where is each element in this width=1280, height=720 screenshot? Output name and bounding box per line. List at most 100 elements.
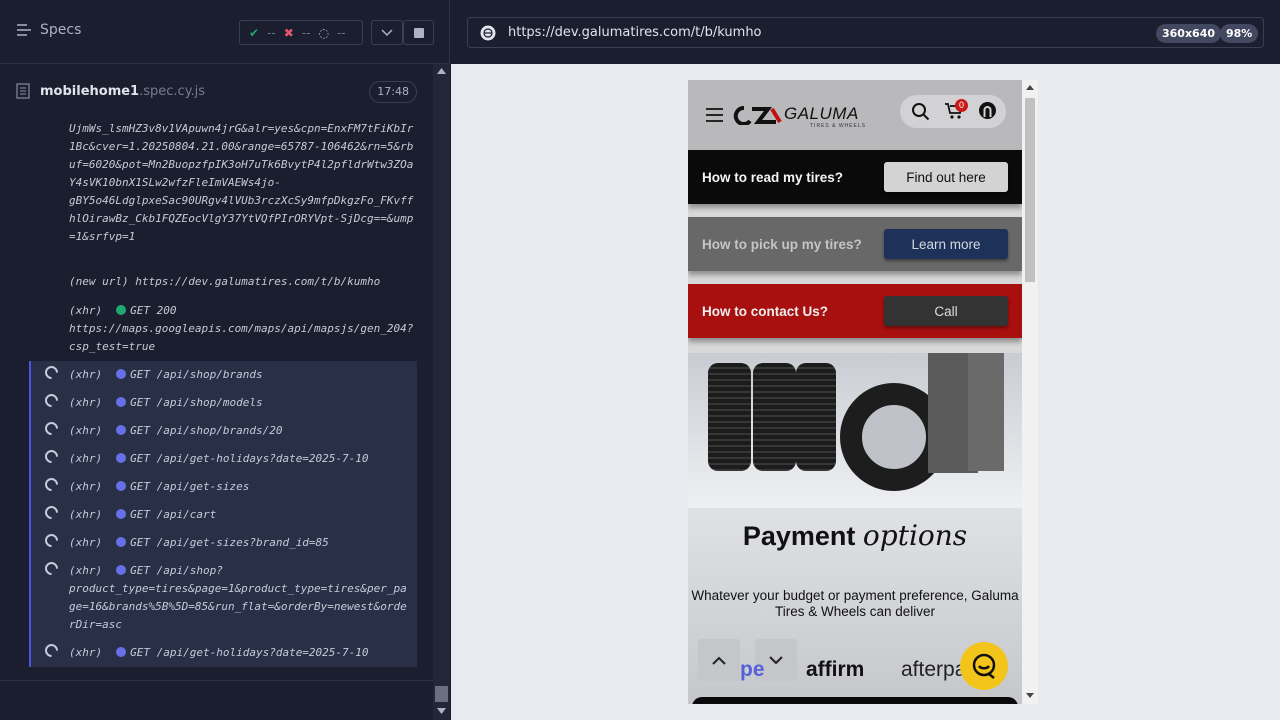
payment-title-text: Payment bbox=[742, 521, 856, 551]
payment-title-script: options bbox=[862, 519, 968, 552]
spinner-icon bbox=[42, 391, 61, 410]
chevron-down-icon bbox=[381, 28, 393, 36]
payment-subtitle: Whatever your budget or payment preferen… bbox=[691, 588, 1019, 619]
spec-file-row[interactable]: mobilehome1.spec.cy.js 17:48 bbox=[16, 80, 417, 104]
aut-url-field[interactable]: https://dev.galumatires.com/t/b/kumho 36… bbox=[467, 17, 1264, 48]
banner-question: How to contact Us? bbox=[702, 303, 829, 319]
spinner-icon bbox=[42, 559, 61, 578]
viewport-badge[interactable]: 360x640 bbox=[1156, 24, 1222, 43]
chevron-up-icon bbox=[712, 656, 726, 665]
xhr-pending-row[interactable]: (xhr) GET /api/get-sizes bbox=[29, 473, 417, 501]
partner-logo: pe bbox=[740, 658, 765, 681]
dark-bar bbox=[692, 697, 1018, 704]
scroll-down-icon bbox=[437, 708, 446, 714]
logo-subtext: TIRES & WHEELS bbox=[810, 123, 866, 129]
spec-extension: .spec.cy.js bbox=[139, 84, 206, 99]
new-url-value: https://dev.galumatires.com/t/b/kumho bbox=[135, 275, 381, 288]
command-log: UjmWs_lsmHZ3v8v1VApuwn4jrG&alr=yes&cpn=E… bbox=[0, 120, 433, 680]
new-url-entry[interactable]: (new url) https://dev.galumatires.com/t/… bbox=[69, 273, 414, 291]
affirm-logo: affirm bbox=[806, 658, 865, 681]
xhr-pending-row[interactable]: (xhr) GET /api/shop/brands bbox=[29, 361, 417, 389]
spinner-icon bbox=[42, 641, 61, 660]
xhr-type: (xhr) bbox=[69, 396, 103, 409]
scroll-up-button[interactable] bbox=[698, 639, 740, 681]
zoom-badge[interactable]: 98% bbox=[1220, 24, 1259, 43]
log-scrollbar[interactable] bbox=[433, 64, 450, 720]
user-icon[interactable] bbox=[978, 101, 997, 120]
spinner-icon bbox=[42, 475, 61, 494]
xhr-pending-row[interactable]: (xhr) GET /api/shop? product_type=tires&pa… bbox=[29, 557, 417, 639]
aut-scrollbar[interactable] bbox=[1022, 80, 1038, 704]
test-stats: ✔ -- ✖ -- ◌ -- bbox=[239, 20, 363, 45]
xhr-request-cont: product_type=tires&page=1&product_type=t… bbox=[69, 582, 407, 631]
cypress-runner-panel: Specs ✔ -- ✖ -- ◌ -- mobilehome1.spec.cy.js… bbox=[0, 0, 450, 720]
chevron-down-icon bbox=[769, 655, 783, 664]
xhr-pending-row[interactable]: (xhr) GET /api/shop/models bbox=[29, 389, 417, 417]
xhr-request: GET /api/shop/brands/20 bbox=[130, 424, 283, 437]
dropdown-button[interactable] bbox=[371, 20, 403, 45]
xhr-pending-row[interactable]: (xhr) GET /api/get-holidays?date=2025-7-1… bbox=[29, 639, 417, 667]
status-pending-dot bbox=[116, 537, 127, 547]
xhr-pending-row[interactable]: (xhr) GET /api/shop/brands/20 bbox=[29, 417, 417, 445]
new-url-label: (new url) bbox=[69, 275, 129, 288]
status-pending-dot bbox=[116, 425, 127, 435]
xhr-done-entry[interactable]: (xhr) GET 200 https://maps.googleapis.com/… bbox=[69, 302, 414, 356]
status-pending-dot bbox=[116, 481, 127, 491]
aut-url-bar: https://dev.galumatires.com/t/b/kumho 36… bbox=[451, 0, 1280, 64]
status-success-dot bbox=[116, 305, 127, 315]
xhr-request: GET /api/shop/brands bbox=[130, 368, 263, 381]
xhr-request: GET /api/shop/models bbox=[130, 396, 263, 409]
xhr-type: (xhr) bbox=[69, 646, 103, 659]
afterpay-logo: afterpa bbox=[901, 658, 967, 681]
payment-title: Payment options bbox=[688, 519, 1022, 552]
spinner-icon bbox=[42, 419, 61, 438]
document-icon bbox=[16, 83, 30, 99]
pass-icon: ✔ bbox=[249, 25, 260, 40]
xhr-request: GET /api/get-holidays?date=2025-7-10 bbox=[130, 646, 369, 659]
xhr-request: GET /api/shop? bbox=[130, 564, 223, 577]
status-pending-dot bbox=[116, 647, 127, 657]
pending-count: -- bbox=[336, 25, 346, 40]
failed-count: -- bbox=[301, 25, 311, 40]
xhr-pending-row[interactable]: (xhr) GET /api/get-sizes?brand_id=85 bbox=[29, 529, 417, 557]
stop-icon bbox=[413, 27, 424, 38]
find-out-button[interactable]: Find out here bbox=[884, 162, 1008, 192]
tires-image bbox=[688, 353, 1022, 508]
scroll-thumb[interactable] bbox=[435, 686, 448, 702]
site-header: GALUMA TIRES & WHEELS 0 bbox=[688, 80, 1022, 150]
logo-text: GALUMA bbox=[784, 104, 859, 123]
pending-icon: ◌ bbox=[318, 25, 329, 40]
xhr-pending-row[interactable]: (xhr) GET /api/cart bbox=[29, 501, 417, 529]
stop-button[interactable] bbox=[403, 20, 434, 45]
xhr-type: (xhr) bbox=[69, 508, 103, 521]
xhr-request: GET /api/cart bbox=[130, 508, 217, 521]
xhr-request: GET /api/get-holidays?date=2025-7-10 bbox=[130, 452, 369, 465]
xhr-type: (xhr) bbox=[69, 424, 103, 437]
xhr-type: (xhr) bbox=[69, 480, 103, 493]
query-string-text: UjmWs_lsmHZ3v8v1VApuwn4jrG&alr=yes&cpn=E… bbox=[69, 122, 414, 243]
chat-icon bbox=[972, 653, 996, 679]
xhr-type: (xhr) bbox=[69, 452, 103, 465]
xhr-pending-row[interactable]: (xhr) GET /api/get-holidays?date=2025-7-1… bbox=[29, 445, 417, 473]
cart-count-badge: 0 bbox=[955, 99, 968, 112]
log-footer bbox=[0, 680, 433, 720]
xhr-method: GET 200 bbox=[130, 304, 177, 317]
site-logo[interactable]: GALUMA TIRES & WHEELS bbox=[732, 100, 870, 130]
app-under-test-panel: https://dev.galumatires.com/t/b/kumho 36… bbox=[451, 0, 1280, 720]
call-button[interactable]: Call bbox=[884, 296, 1008, 326]
spinner-icon bbox=[42, 447, 61, 466]
status-pending-dot bbox=[116, 453, 127, 463]
globe-icon bbox=[480, 25, 496, 41]
scroll-down-icon bbox=[1026, 693, 1034, 698]
status-pending-dot bbox=[116, 397, 127, 407]
chat-widget-button[interactable] bbox=[960, 642, 1008, 690]
spinner-icon bbox=[42, 503, 61, 522]
aut-iframe: GALUMA TIRES & WHEELS 0 How to read my t… bbox=[688, 80, 1022, 704]
specs-toggle[interactable]: Specs bbox=[16, 22, 81, 38]
scroll-up-icon bbox=[437, 68, 446, 74]
hamburger-icon[interactable] bbox=[706, 108, 723, 122]
search-icon[interactable] bbox=[911, 102, 930, 121]
scroll-thumb[interactable] bbox=[1025, 98, 1035, 282]
learn-more-button[interactable]: Learn more bbox=[884, 229, 1008, 259]
aut-url-text: https://dev.galumatires.com/t/b/kumho bbox=[508, 25, 762, 40]
